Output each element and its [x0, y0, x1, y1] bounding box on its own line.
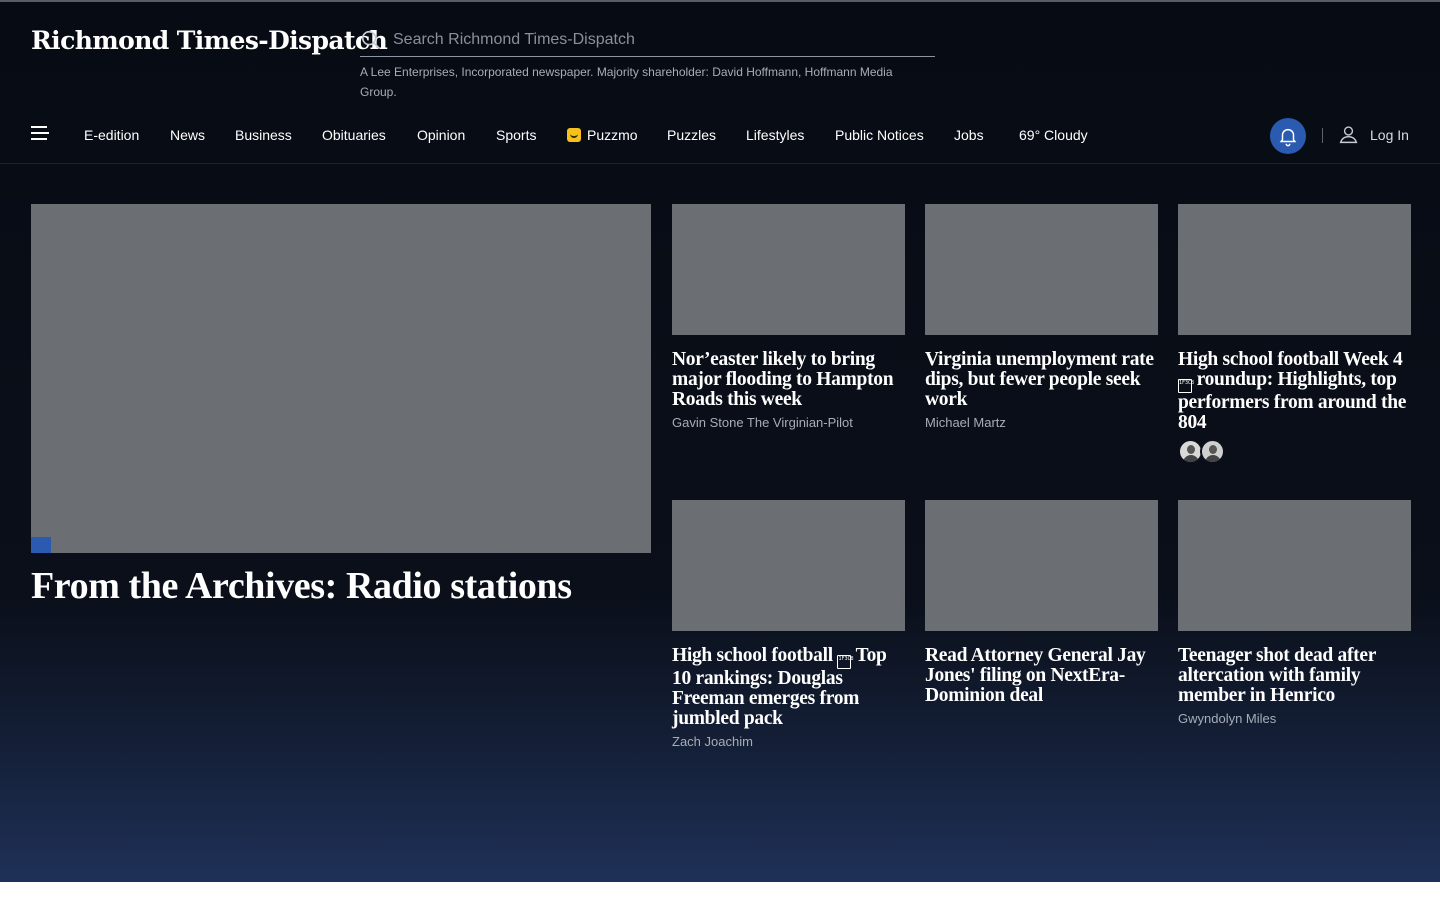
hero-headline[interactable]: From the Archives: Radio stations — [31, 565, 651, 607]
nav-divider — [1322, 128, 1323, 143]
notifications-button[interactable] — [1270, 118, 1306, 154]
football-emoji-glyph: 1F3C8 — [1178, 379, 1194, 393]
story-byline: Gavin Stone The Virginian-Pilot — [672, 415, 853, 430]
story-headline[interactable]: Nor’easter likely to bring major floodin… — [672, 350, 905, 410]
story-headline[interactable]: Virginia unemployment rate dips, but few… — [925, 350, 1158, 410]
main-nav: E-edition News Business Obituaries Opini… — [0, 112, 1440, 164]
story-image[interactable] — [1178, 500, 1411, 631]
puzzmo-icon — [567, 128, 581, 142]
story-image[interactable] — [1178, 204, 1411, 335]
story-card[interactable]: Nor’easter likely to bring major floodin… — [672, 204, 905, 432]
nav-item-business[interactable]: Business — [235, 126, 292, 144]
search-icon[interactable] — [360, 29, 382, 51]
avatar — [1200, 439, 1225, 464]
football-emoji-glyph: 1F3C8 — [837, 655, 854, 669]
bell-icon — [1279, 128, 1297, 147]
headline-part: roundup: Highlights, top performers from… — [1178, 369, 1407, 433]
search-input[interactable] — [393, 25, 913, 55]
nav-item-sports[interactable]: Sports — [496, 126, 536, 144]
story-byline: Gwyndolyn Miles — [1178, 711, 1277, 726]
page: Richmond Times-Dispatch A Lee Enterprise… — [0, 0, 1440, 882]
story-image[interactable] — [925, 500, 1158, 631]
nav-item-public-notices[interactable]: Public Notices — [835, 126, 924, 144]
nav-item-lifestyles[interactable]: Lifestyles — [746, 126, 804, 144]
story-image[interactable] — [925, 204, 1158, 335]
nav-item-puzzmo[interactable]: Puzzmo — [567, 126, 638, 144]
search-bar[interactable] — [360, 24, 935, 57]
story-card[interactable]: Virginia unemployment rate dips, but few… — [925, 204, 1158, 432]
nav-item-puzzmo-label: Puzzmo — [587, 127, 638, 143]
nav-item-puzzles[interactable]: Puzzles — [667, 126, 716, 144]
hamburger-menu-icon[interactable] — [31, 126, 49, 142]
nav-item-opinion[interactable]: Opinion — [417, 126, 465, 144]
ownership-note: A Lee Enterprises, Incorporated newspape… — [360, 65, 893, 99]
story-card[interactable]: Teenager shot dead after altercation wit… — [1178, 500, 1411, 728]
story-headline[interactable]: Read Attorney General Jay Jones' filing … — [925, 646, 1158, 706]
story-card[interactable]: Read Attorney General Jay Jones' filing … — [925, 500, 1158, 706]
story-headline[interactable]: High school football 1F3C8 Top 10 rankin… — [672, 646, 905, 729]
story-image[interactable] — [672, 204, 905, 335]
user-icon — [1339, 126, 1358, 144]
nav-item-jobs[interactable]: Jobs — [954, 126, 984, 144]
story-byline: Michael Martz — [925, 415, 1006, 430]
story-card[interactable]: High school football 1F3C8 Top 10 rankin… — [672, 500, 905, 751]
story-card[interactable]: High school football Week 4 1F3C8 roundu… — [1178, 204, 1411, 464]
nav-item-news[interactable]: News — [170, 126, 205, 144]
hero-image[interactable] — [31, 204, 651, 553]
login-button[interactable]: Log In — [1338, 124, 1409, 145]
story-headline[interactable]: High school football Week 4 1F3C8 roundu… — [1178, 350, 1411, 433]
hero-gallery-badge — [31, 537, 51, 553]
headline-part: High school football — [672, 645, 838, 666]
headline-part: High school football Week 4 — [1178, 349, 1403, 370]
site-logo[interactable]: Richmond Times-Dispatch — [31, 26, 388, 55]
nav-item-obituaries[interactable]: Obituaries — [322, 126, 386, 144]
author-avatars — [1178, 439, 1411, 464]
story-headline[interactable]: Teenager shot dead after altercation wit… — [1178, 646, 1411, 706]
story-byline: Zach Joachim — [672, 734, 753, 749]
nav-item-e-edition[interactable]: E-edition — [84, 126, 139, 144]
login-label: Log In — [1370, 126, 1409, 143]
top-rule — [0, 0, 1440, 2]
story-image[interactable] — [672, 500, 905, 631]
weather-widget[interactable]: 69° Cloudy — [1019, 126, 1088, 144]
